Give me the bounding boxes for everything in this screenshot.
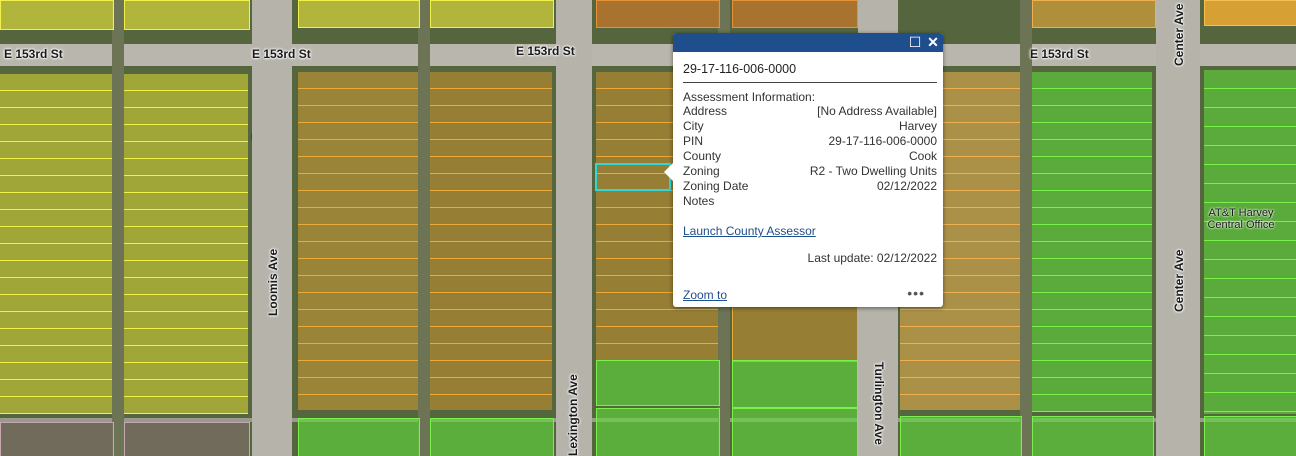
last-update-text: Last update: 02/12/2022 bbox=[807, 251, 937, 265]
popup-title: 29-17-116-006-0000 bbox=[683, 62, 797, 76]
parcel-block[interactable] bbox=[298, 0, 420, 28]
field-label: City bbox=[683, 119, 704, 133]
map-view[interactable]: E 153rd St E 153rd St E 153rd St E 153rd… bbox=[0, 0, 1296, 456]
parcel-block[interactable] bbox=[1032, 416, 1154, 456]
street-label: Center Ave bbox=[1172, 249, 1186, 312]
selected-parcel[interactable] bbox=[595, 163, 671, 191]
parcel-block[interactable] bbox=[124, 422, 250, 456]
street-center bbox=[1156, 0, 1200, 456]
street-label: Turlington Ave bbox=[872, 362, 886, 445]
close-icon[interactable]: ✕ bbox=[925, 34, 941, 50]
parcel-block[interactable] bbox=[900, 416, 1022, 456]
street-label: Lexington Ave bbox=[566, 374, 580, 456]
parcel-block[interactable] bbox=[124, 0, 250, 30]
field-value bbox=[770, 194, 939, 209]
parcel-block[interactable] bbox=[1032, 0, 1156, 28]
zoom-to-link[interactable]: Zoom to bbox=[683, 288, 727, 302]
popup-pointer bbox=[664, 163, 673, 181]
parcel-block[interactable] bbox=[596, 0, 720, 28]
field-label: Notes bbox=[683, 194, 715, 208]
table-row: City Harvey bbox=[681, 119, 939, 134]
street-alley-1 bbox=[112, 0, 124, 456]
maximize-icon[interactable]: ☐ bbox=[907, 34, 923, 50]
section-heading: Assessment Information: bbox=[683, 90, 816, 104]
field-label: Zoning bbox=[683, 164, 720, 178]
field-value: 02/12/2022 bbox=[876, 179, 937, 193]
parcel-block[interactable] bbox=[1204, 416, 1296, 456]
street-label: E 153rd St bbox=[1030, 47, 1089, 61]
attribute-table: Address [No Address Available] City Harvey… bbox=[681, 104, 939, 209]
launch-assessor-link[interactable]: Launch County Assessor bbox=[683, 224, 816, 238]
street-loomis bbox=[252, 0, 292, 456]
parcel-block[interactable] bbox=[732, 0, 858, 28]
street-alley-4 bbox=[1020, 0, 1032, 456]
table-row: PIN 29-17-116-006-0000 bbox=[681, 134, 939, 149]
parcel-block[interactable] bbox=[0, 74, 112, 414]
field-value: Harvey bbox=[898, 119, 937, 133]
parcel-block[interactable] bbox=[430, 418, 554, 456]
field-value: [No Address Available] bbox=[817, 104, 937, 118]
poi-label: AT&T Harvey Central Office bbox=[1207, 207, 1275, 231]
field-value: R2 - Two Dwelling Units bbox=[809, 164, 937, 178]
parcel-block[interactable] bbox=[430, 0, 554, 28]
parcel-block[interactable] bbox=[1032, 72, 1152, 412]
parcel-block[interactable] bbox=[124, 74, 248, 414]
field-label: Zoning Date bbox=[683, 179, 749, 193]
parcel-block[interactable] bbox=[596, 408, 720, 456]
parcel-block[interactable] bbox=[732, 408, 858, 456]
street-label: E 153rd St bbox=[252, 47, 311, 61]
more-options-icon[interactable]: ••• bbox=[907, 285, 925, 301]
parcel-block[interactable] bbox=[596, 360, 720, 406]
parcel-block[interactable] bbox=[1204, 70, 1296, 414]
parcel-block[interactable] bbox=[732, 360, 858, 408]
table-row: Address [No Address Available] bbox=[681, 104, 939, 119]
table-row: Zoning R2 - Two Dwelling Units bbox=[681, 164, 939, 179]
parcel-block[interactable] bbox=[0, 422, 114, 456]
table-row: Zoning Date 02/12/2022 bbox=[681, 179, 939, 194]
parcel-block[interactable] bbox=[1204, 0, 1296, 26]
divider bbox=[683, 82, 937, 83]
street-e153rd bbox=[0, 44, 1296, 66]
parcel-block[interactable] bbox=[298, 418, 420, 456]
table-row: County Cook bbox=[681, 149, 939, 164]
street-label: Loomis Ave bbox=[266, 248, 280, 316]
parcel-block[interactable] bbox=[430, 72, 552, 410]
field-value: 29-17-116-006-0000 bbox=[828, 134, 937, 148]
field-label: Address bbox=[683, 104, 728, 118]
table-row: Notes bbox=[681, 194, 939, 209]
parcel-block[interactable] bbox=[0, 0, 114, 30]
field-label: PIN bbox=[683, 134, 704, 148]
street-alley-2 bbox=[418, 0, 430, 456]
parcel-block[interactable] bbox=[298, 72, 418, 410]
street-label: Center Ave bbox=[1172, 3, 1186, 66]
field-label: County bbox=[683, 149, 722, 163]
parcel-popup: ☐ ✕ 29-17-116-006-0000 Assessment Inform… bbox=[664, 33, 943, 307]
street-label: E 153rd St bbox=[4, 47, 63, 61]
field-value: Cook bbox=[908, 149, 937, 163]
popup-header: ☐ ✕ bbox=[673, 33, 943, 52]
street-label: E 153rd St bbox=[516, 44, 575, 58]
